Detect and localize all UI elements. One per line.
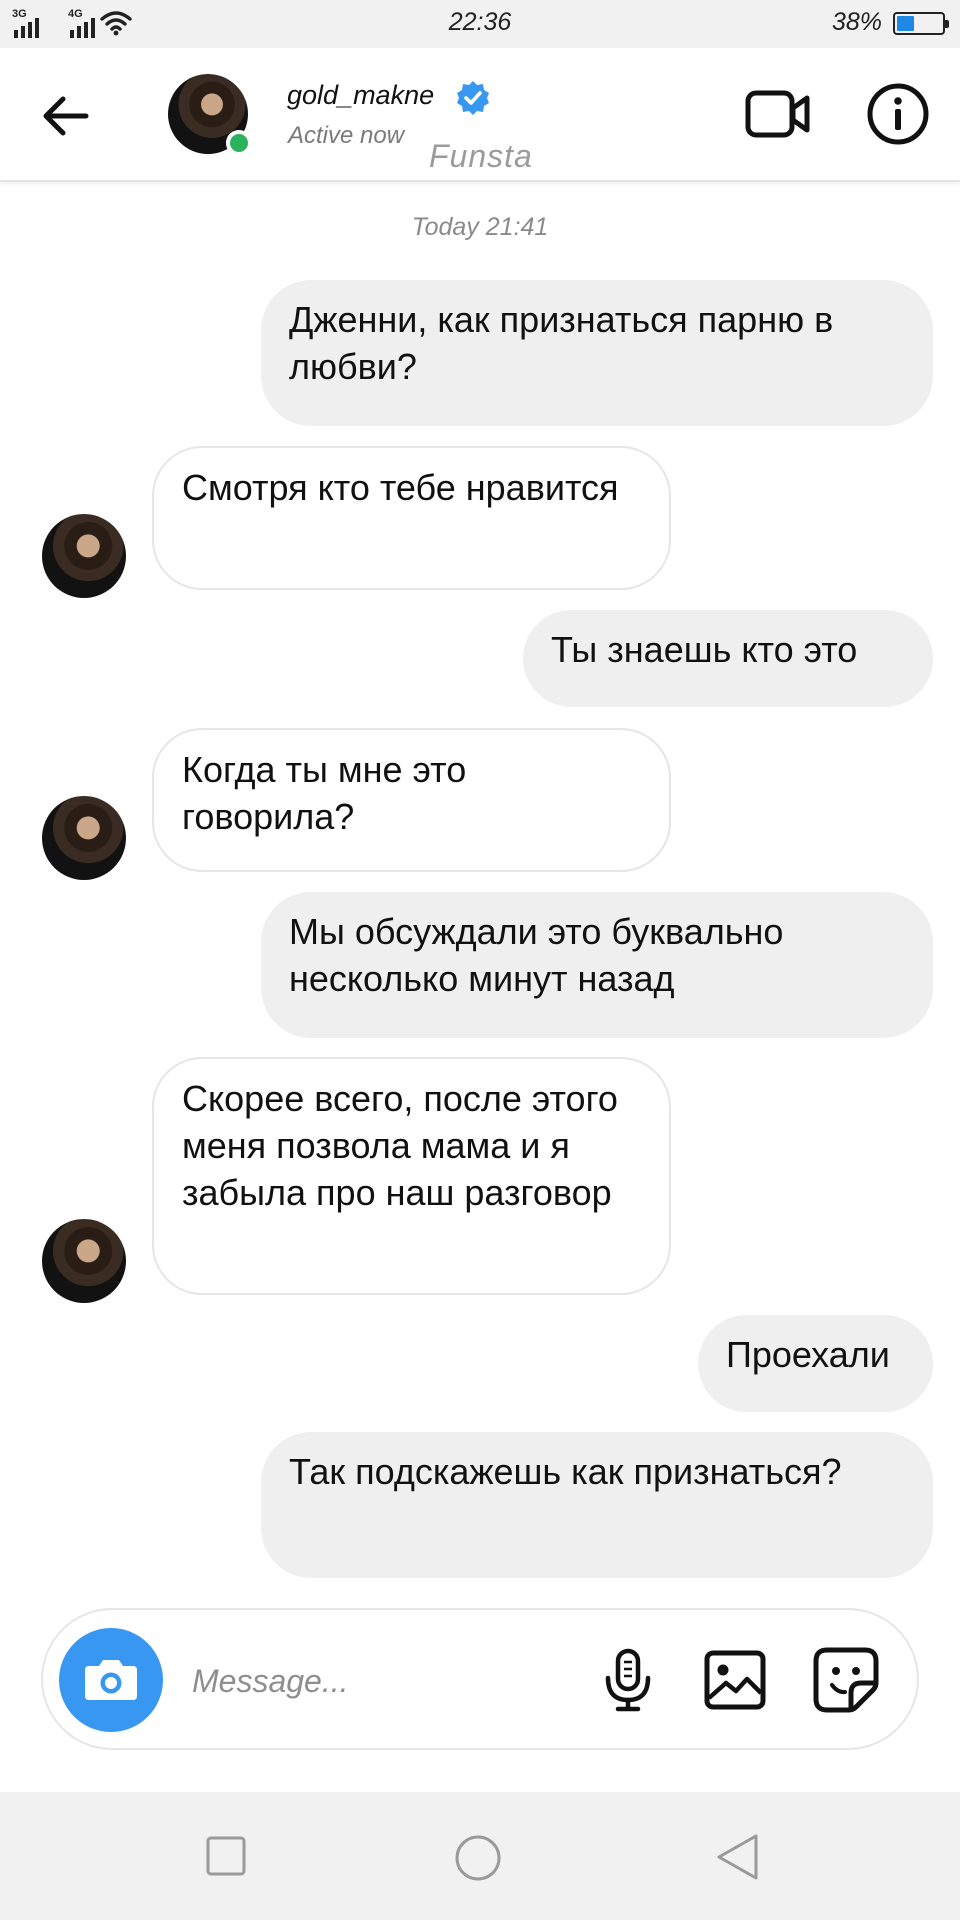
image-icon[interactable]	[704, 1650, 766, 1710]
incoming-message[interactable]: Скорее всего, после этого меня позвола м…	[152, 1057, 671, 1295]
chat-timestamp: Today 21:41	[411, 213, 549, 241]
profile-photo	[42, 514, 126, 598]
active-status: Active now	[288, 122, 405, 149]
username[interactable]: gold_makne	[287, 80, 434, 111]
profile-photo	[42, 796, 126, 880]
outgoing-message[interactable]: Мы обсуждали это буквально несколько мин…	[261, 892, 933, 1038]
outgoing-message[interactable]: Дженни, как признаться парню в любви?	[261, 280, 933, 426]
microphone-icon[interactable]	[600, 1648, 656, 1712]
battery-level	[897, 16, 914, 31]
video-camera-icon[interactable]	[745, 84, 811, 144]
outgoing-message[interactable]: Так подскажешь как признаться?	[261, 1432, 933, 1578]
outgoing-message[interactable]: Проехали	[698, 1315, 933, 1412]
info-icon[interactable]	[866, 82, 930, 146]
message-input[interactable]	[190, 1655, 574, 1707]
incoming-message[interactable]: Смотря кто тебе нравится	[152, 446, 671, 590]
arrow-left-icon[interactable]	[38, 88, 94, 144]
avatar	[42, 1219, 126, 1303]
clock: 22:36	[448, 8, 512, 36]
camera-button[interactable]	[59, 1628, 163, 1732]
verified-badge-icon	[457, 81, 489, 115]
battery-icon	[893, 12, 949, 35]
watermark: Funsta	[429, 138, 533, 174]
avatar	[42, 514, 126, 598]
outgoing-message[interactable]: Ты знаешь кто это	[523, 610, 933, 707]
nav-back-icon[interactable]	[714, 1832, 760, 1882]
avatar	[42, 796, 126, 880]
profile-photo	[42, 1219, 126, 1303]
home-icon[interactable]	[454, 1834, 502, 1882]
battery-percent: 38%	[831, 8, 882, 36]
avatar[interactable]	[168, 74, 252, 156]
online-status-dot	[226, 130, 252, 156]
status-bar: 3G 4G 22:36 38%	[0, 0, 960, 48]
sticker-icon[interactable]	[813, 1647, 879, 1713]
recent-apps-icon[interactable]	[206, 1836, 246, 1876]
incoming-message[interactable]: Когда ты мне это говорила?	[152, 728, 671, 872]
camera-icon	[85, 1660, 137, 1700]
